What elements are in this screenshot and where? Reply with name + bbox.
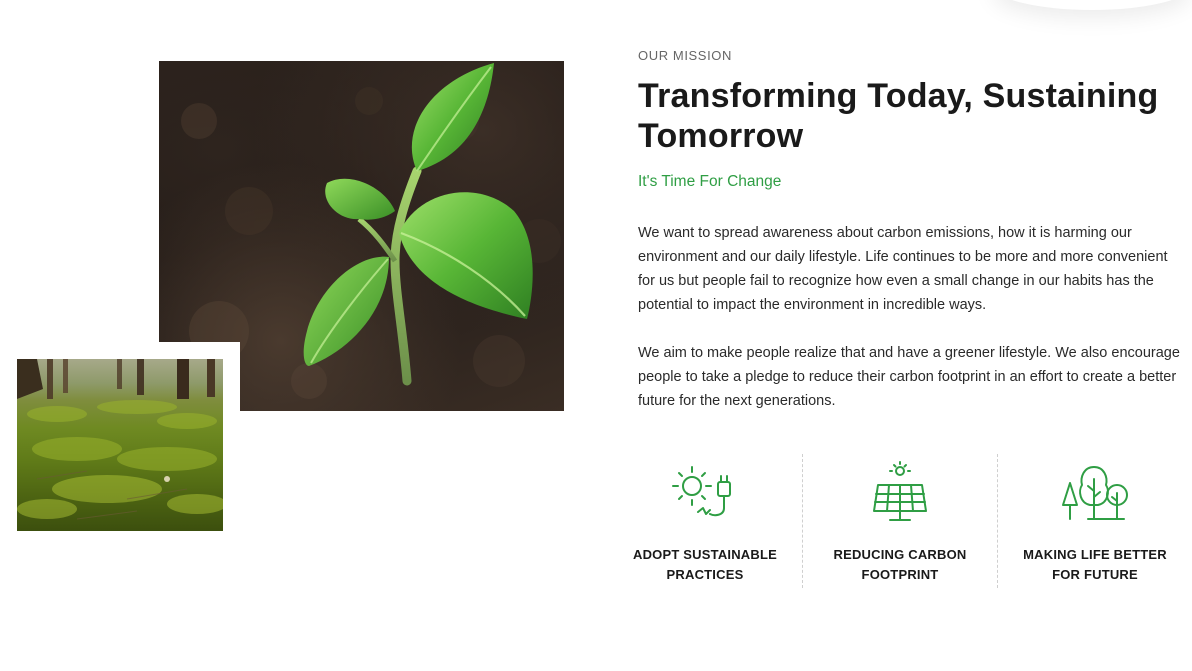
feature-sustainable-practices: ADOPT SUSTAINABLE PRACTICES	[608, 454, 802, 588]
mission-paragraph-2: We aim to make people realize that and h…	[638, 345, 1180, 409]
section-title: Transforming Today, Sustaining Tomorrow	[638, 77, 1159, 155]
sun-plug-icon	[672, 466, 731, 517]
feature-label: MAKING LIFE BETTER FOR FUTURE	[1023, 547, 1167, 582]
feature-better-future: MAKING LIFE BETTER FOR FUTURE	[997, 454, 1192, 588]
feature-label: ADOPT SUSTAINABLE PRACTICES	[633, 547, 777, 582]
feature-label: REDUCING CARBON FOOTPRINT	[833, 547, 967, 582]
feature-reducing-carbon: REDUCING CARBON FOOTPRINT	[802, 454, 997, 588]
mission-section: OUR MISSION Transforming Today, Sustaini…	[638, 48, 1183, 413]
solar-panel-icon	[873, 461, 927, 521]
trees-icon	[1062, 466, 1128, 520]
mission-paragraph-1: We want to spread awareness about carbon…	[638, 225, 1168, 313]
section-eyebrow: OUR MISSION	[638, 48, 732, 63]
forest-moss-photo	[17, 359, 223, 531]
feature-row: ADOPT SUSTAINABLE PRACTICES REDUCING CAR	[608, 454, 1192, 588]
section-tagline: It's Time For Change	[638, 173, 782, 190]
corner-shadow	[992, 0, 1192, 10]
